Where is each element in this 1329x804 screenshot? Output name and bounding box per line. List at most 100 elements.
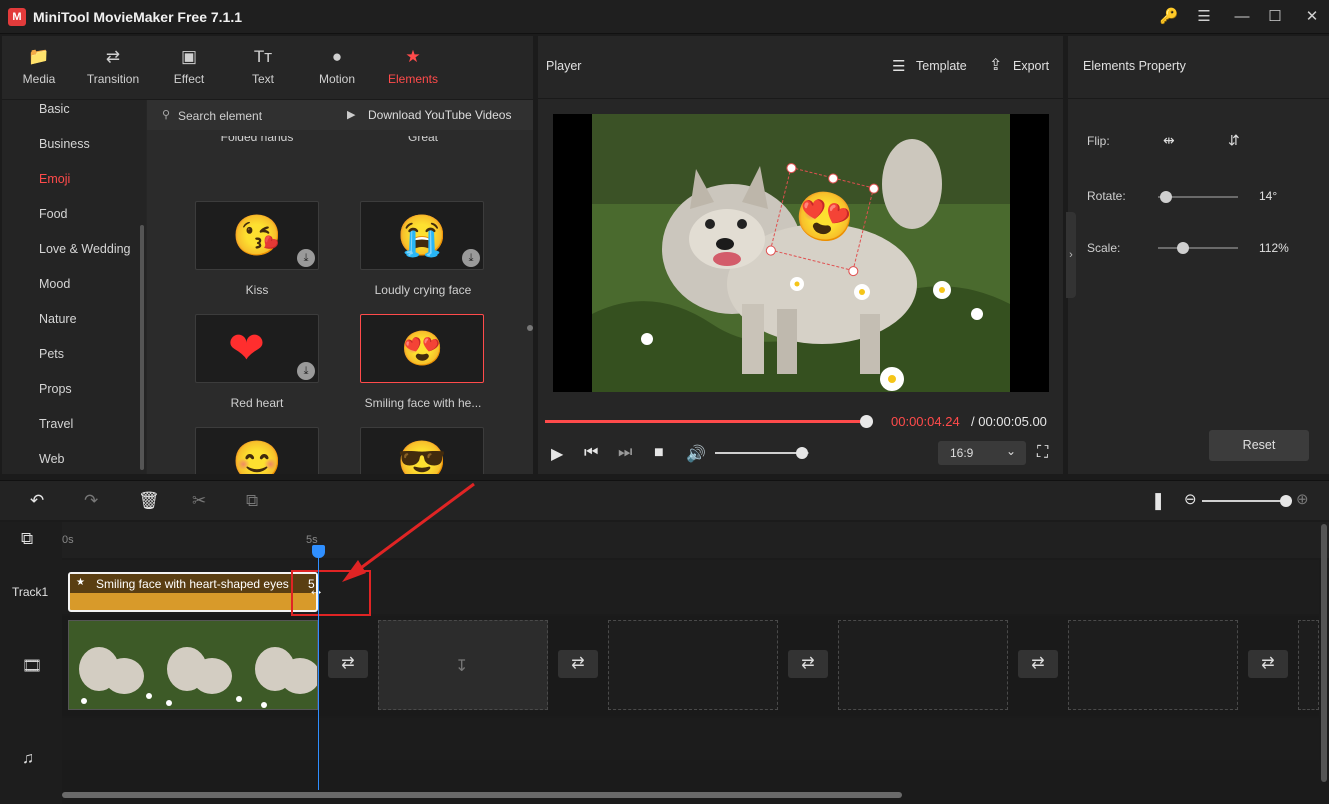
sunglasses-emoji-icon: 😎 [397,440,447,474]
element-smiling-face-heart-eyes[interactable]: 😍 [360,314,484,383]
category-props[interactable]: Props [39,382,72,396]
search-input[interactable]: Search element [178,109,262,123]
category-scrollbar[interactable] [140,225,144,470]
category-love-wedding[interactable]: Love & Wedding [39,242,131,256]
transition-icon: ⇄ [105,47,121,66]
volume-icon[interactable]: 🔊 [686,444,706,464]
scale-slider-handle[interactable] [1176,242,1189,254]
maximize-button[interactable]: ☐ [1262,6,1288,28]
download-icon[interactable]: ⤓ [297,362,315,380]
empty-clip-slot[interactable] [1068,620,1238,710]
element-kiss[interactable]: 😘 ⤓ [195,201,319,270]
empty-clip-slot[interactable] [1298,620,1319,710]
empty-clip-slot[interactable]: ↧ [378,620,548,710]
element-clip[interactable]: ★ Smiling face with heart-shaped eyes 5 [68,572,318,612]
app-title: MiniTool MovieMaker Free 7.1.1 [33,9,243,25]
category-business[interactable]: Business [39,137,90,151]
fit-timeline-icon[interactable]: ❚ [1151,491,1165,511]
tab-effect[interactable]: ▣ Effect [154,46,224,86]
category-web[interactable]: Web [39,452,64,466]
download-youtube-link[interactable]: Download YouTube Videos [368,108,511,122]
download-icon[interactable]: ⤓ [462,249,480,267]
progress-track[interactable] [545,415,874,428]
stop-icon[interactable]: ■ [654,444,664,462]
category-basic[interactable]: Basic [39,102,70,116]
volume-handle[interactable] [796,447,809,459]
export-button[interactable]: Export [1013,59,1049,73]
category-travel[interactable]: Travel [39,417,73,431]
flip-vertical-icon[interactable]: ⇵ [1228,132,1240,149]
timeline-horizontal-scrollbar[interactable] [62,792,902,798]
element-red-heart[interactable]: ❤ ⤓ [195,314,319,383]
zoom-in-icon[interactable]: ⊕ [1296,490,1309,508]
split-icon[interactable]: ✂ [192,491,206,511]
transition-slot-4[interactable]: ⇄ [1018,650,1058,678]
delete-icon[interactable]: 🗑 [138,491,160,511]
category-mood[interactable]: Mood [39,277,70,291]
scale-slider[interactable] [1158,242,1238,254]
rotate-slider-handle[interactable] [1160,191,1172,203]
category-emoji[interactable]: Emoji [39,172,70,186]
reset-button[interactable]: Reset [1209,430,1309,461]
transition-slot-2[interactable]: ⇄ [558,650,598,678]
close-button[interactable]: ✕ [1299,6,1325,28]
tab-text[interactable]: Tт Text [228,46,298,86]
progress-handle[interactable] [860,415,874,428]
tab-label: Transition [86,72,140,86]
tab-media[interactable]: 📁 Media [4,46,74,86]
flip-horizontal-icon[interactable]: ⇹ [1163,132,1175,149]
tab-transition[interactable]: ⇄ Transition [78,46,148,86]
zoom-slider-handle[interactable] [1280,495,1292,507]
transition-slot-1[interactable]: ⇄ [328,650,368,678]
menu-icon[interactable]: ☰ [1191,6,1217,28]
add-track-icon[interactable]: ⧉ [21,529,33,549]
fullscreen-icon[interactable]: ⛶ [1037,444,1048,462]
empty-clip-slot[interactable] [608,620,778,710]
zoom-out-icon[interactable]: ⊖ [1184,490,1197,508]
progress-fill [545,420,867,423]
element-clip-label: Smiling face with heart-shaped eyes [96,577,289,591]
next-frame-icon[interactable]: ⏭ [618,444,632,462]
element-clip-icon: ★ [76,577,85,588]
download-icon[interactable]: ⤓ [297,249,315,267]
rotate-slider[interactable] [1158,191,1238,203]
key-icon[interactable]: 🔑 [1156,6,1182,28]
video-clip[interactable] [68,620,318,710]
minimize-button[interactable]: — [1229,6,1255,28]
redo-icon[interactable]: ↷ [84,491,98,511]
category-nature[interactable]: Nature [39,312,77,326]
video-preview[interactable]: 😍 [553,114,1049,392]
previous-frame-icon[interactable]: ⏮ [584,444,598,462]
aspect-ratio-select[interactable]: 16:9 ⌄ [938,441,1026,465]
collapse-panel-handle[interactable]: › [1066,212,1076,298]
category-pets[interactable]: Pets [39,347,64,361]
volume-slider[interactable] [715,447,809,459]
element-loudly-crying-face[interactable]: 😭 ⤓ [360,201,484,270]
play-icon[interactable]: ▶ [551,444,563,464]
element-label-partial: Folded hands [220,136,294,144]
tab-motion[interactable]: ● Motion [302,46,372,86]
zoom-slider[interactable] [1202,495,1292,507]
timeline-vertical-scrollbar[interactable] [1321,524,1327,782]
app-logo-icon: M [8,8,26,26]
timeline-ruler[interactable]: 0s 5s [62,522,1329,558]
crop-icon[interactable]: ⧉ [246,491,258,511]
current-time: 00:00:04.24 [891,414,960,429]
tab-elements[interactable]: ★ Elements [378,46,448,86]
timeline-toolbar: ↶ ↷ 🗑 ✂ ⧉ ❚ ⊖ ⊕ [0,480,1329,520]
template-button[interactable]: Template [916,59,967,73]
heart-eyes-emoji-icon: 😍 [401,330,444,368]
playhead-handle[interactable] [312,545,325,558]
undo-icon[interactable]: ↶ [30,491,44,511]
track1-label: Track1 [12,585,49,599]
element-sunglasses-face[interactable]: 😎 ⤓ [360,427,484,474]
search-bar: ⚲ Search element ▶ Download YouTube Vide… [147,100,533,130]
element-smiling-face[interactable]: 😊 ⤓ [195,427,319,474]
transition-slot-3[interactable]: ⇄ [788,650,828,678]
transition-slot-5[interactable]: ⇄ [1248,650,1288,678]
empty-clip-slot[interactable] [838,620,1008,710]
category-food[interactable]: Food [39,207,68,221]
total-time: / 00:00:05.00 [971,414,1047,429]
panel-splitter-handle[interactable] [527,325,533,331]
player-panel: Player ☰ Template ⇪ Export 😍 00:00:04.24… [538,36,1063,474]
